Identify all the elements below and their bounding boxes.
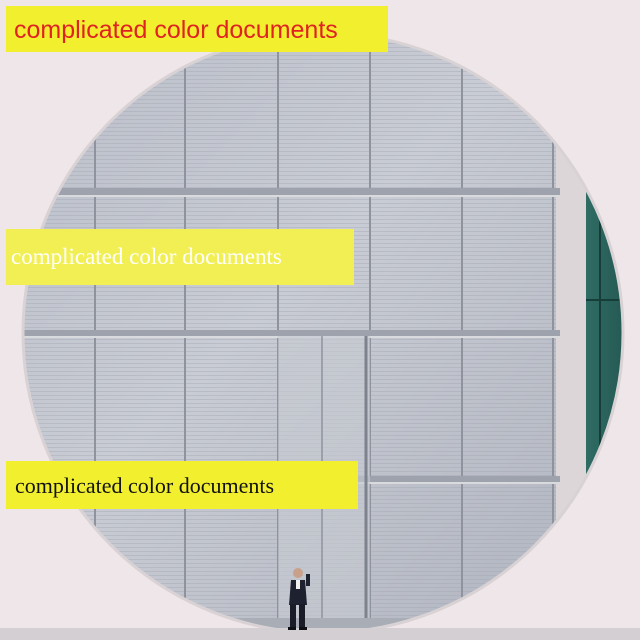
caption-middle: complicated color documents bbox=[6, 229, 354, 285]
building-photo bbox=[0, 0, 640, 640]
caption-bottom: complicated color documents bbox=[6, 461, 358, 509]
caption-top: complicated color documents bbox=[6, 6, 388, 52]
